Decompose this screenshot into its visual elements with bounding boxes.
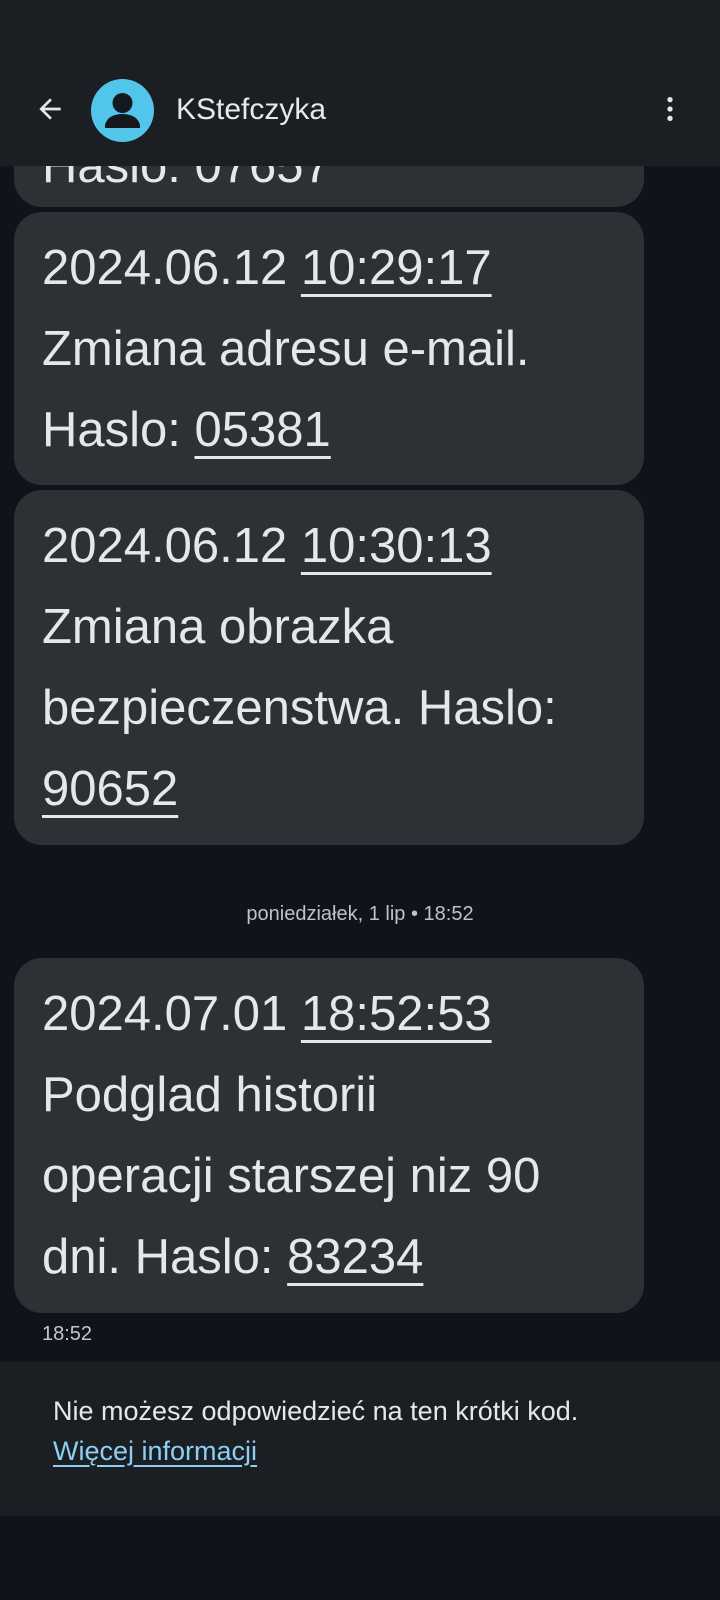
message-date: 2024.06.12 xyxy=(42,519,288,573)
code-link[interactable]: 05381 xyxy=(195,403,331,457)
message-bubble[interactable]: 2024.06.12 10:30:13 Zmiana obrazka bezpi… xyxy=(14,490,644,845)
message-line: 2024.06.12 10:29:17 xyxy=(42,228,624,309)
message-line: bezpieczenstwa. Haslo: xyxy=(42,681,557,735)
more-options-button[interactable] xyxy=(650,89,690,129)
message-time-link[interactable]: 10:29:17 xyxy=(301,241,492,295)
message-line: Zmiana obrazka xyxy=(42,600,394,654)
top-app-bar: KStefczyka xyxy=(0,0,720,166)
message-line: 2024.06.12 10:30:13 xyxy=(42,506,624,587)
message-date: 2024.07.01 xyxy=(42,987,288,1041)
message-line: Haslo: 05381 xyxy=(42,390,624,471)
back-button[interactable] xyxy=(30,89,70,129)
messages-screen: Haslo: 07657 2024.06.12 10:29:17 Zmiana … xyxy=(0,0,720,1600)
message-line: operacji starszej niz 90 xyxy=(42,1149,541,1203)
message-time-link[interactable]: 10:30:13 xyxy=(301,519,492,573)
navigation-bar-area xyxy=(0,1516,720,1600)
code-link[interactable]: 90652 xyxy=(42,762,178,816)
message-bubble[interactable]: 2024.07.01 18:52:53 Podglad historii ope… xyxy=(14,958,644,1313)
message-line: Zmiana adresu e-mail. xyxy=(42,322,530,376)
code-link[interactable]: 83234 xyxy=(287,1230,423,1284)
message-line: 90652 xyxy=(42,749,624,830)
conversation-thread[interactable]: Haslo: 07657 2024.06.12 10:29:17 Zmiana … xyxy=(0,0,720,1362)
code-label: Haslo: xyxy=(42,403,181,457)
more-vert-icon xyxy=(667,97,673,121)
message-time-link[interactable]: 18:52:53 xyxy=(301,987,492,1041)
message-timestamp: 18:52 xyxy=(42,1323,93,1345)
message-bubble[interactable]: 2024.06.12 10:29:17 Zmiana adresu e-mail… xyxy=(14,212,644,485)
date-separator: poniedziałek, 1 lip • 18:52 xyxy=(246,903,474,925)
cannot-reply-notice: Nie możesz odpowiedzieć na ten krótki ko… xyxy=(0,1362,720,1516)
contact-name[interactable]: KStefczyka xyxy=(176,90,326,130)
message-line: 2024.07.01 18:52:53 xyxy=(42,974,624,1055)
message-text: dni. Haslo: xyxy=(42,1230,274,1284)
person-icon xyxy=(105,93,140,128)
avatar[interactable] xyxy=(91,79,154,142)
message-line: Podglad historii xyxy=(42,1068,378,1122)
message-line: dni. Haslo: 83234 xyxy=(42,1217,624,1298)
message-date: 2024.06.12 xyxy=(42,241,288,295)
notice-text: Nie możesz odpowiedzieć na ten krótki ko… xyxy=(53,1396,579,1426)
more-info-link[interactable]: Więcej informacji xyxy=(53,1432,257,1470)
arrow-back-icon xyxy=(39,98,61,120)
